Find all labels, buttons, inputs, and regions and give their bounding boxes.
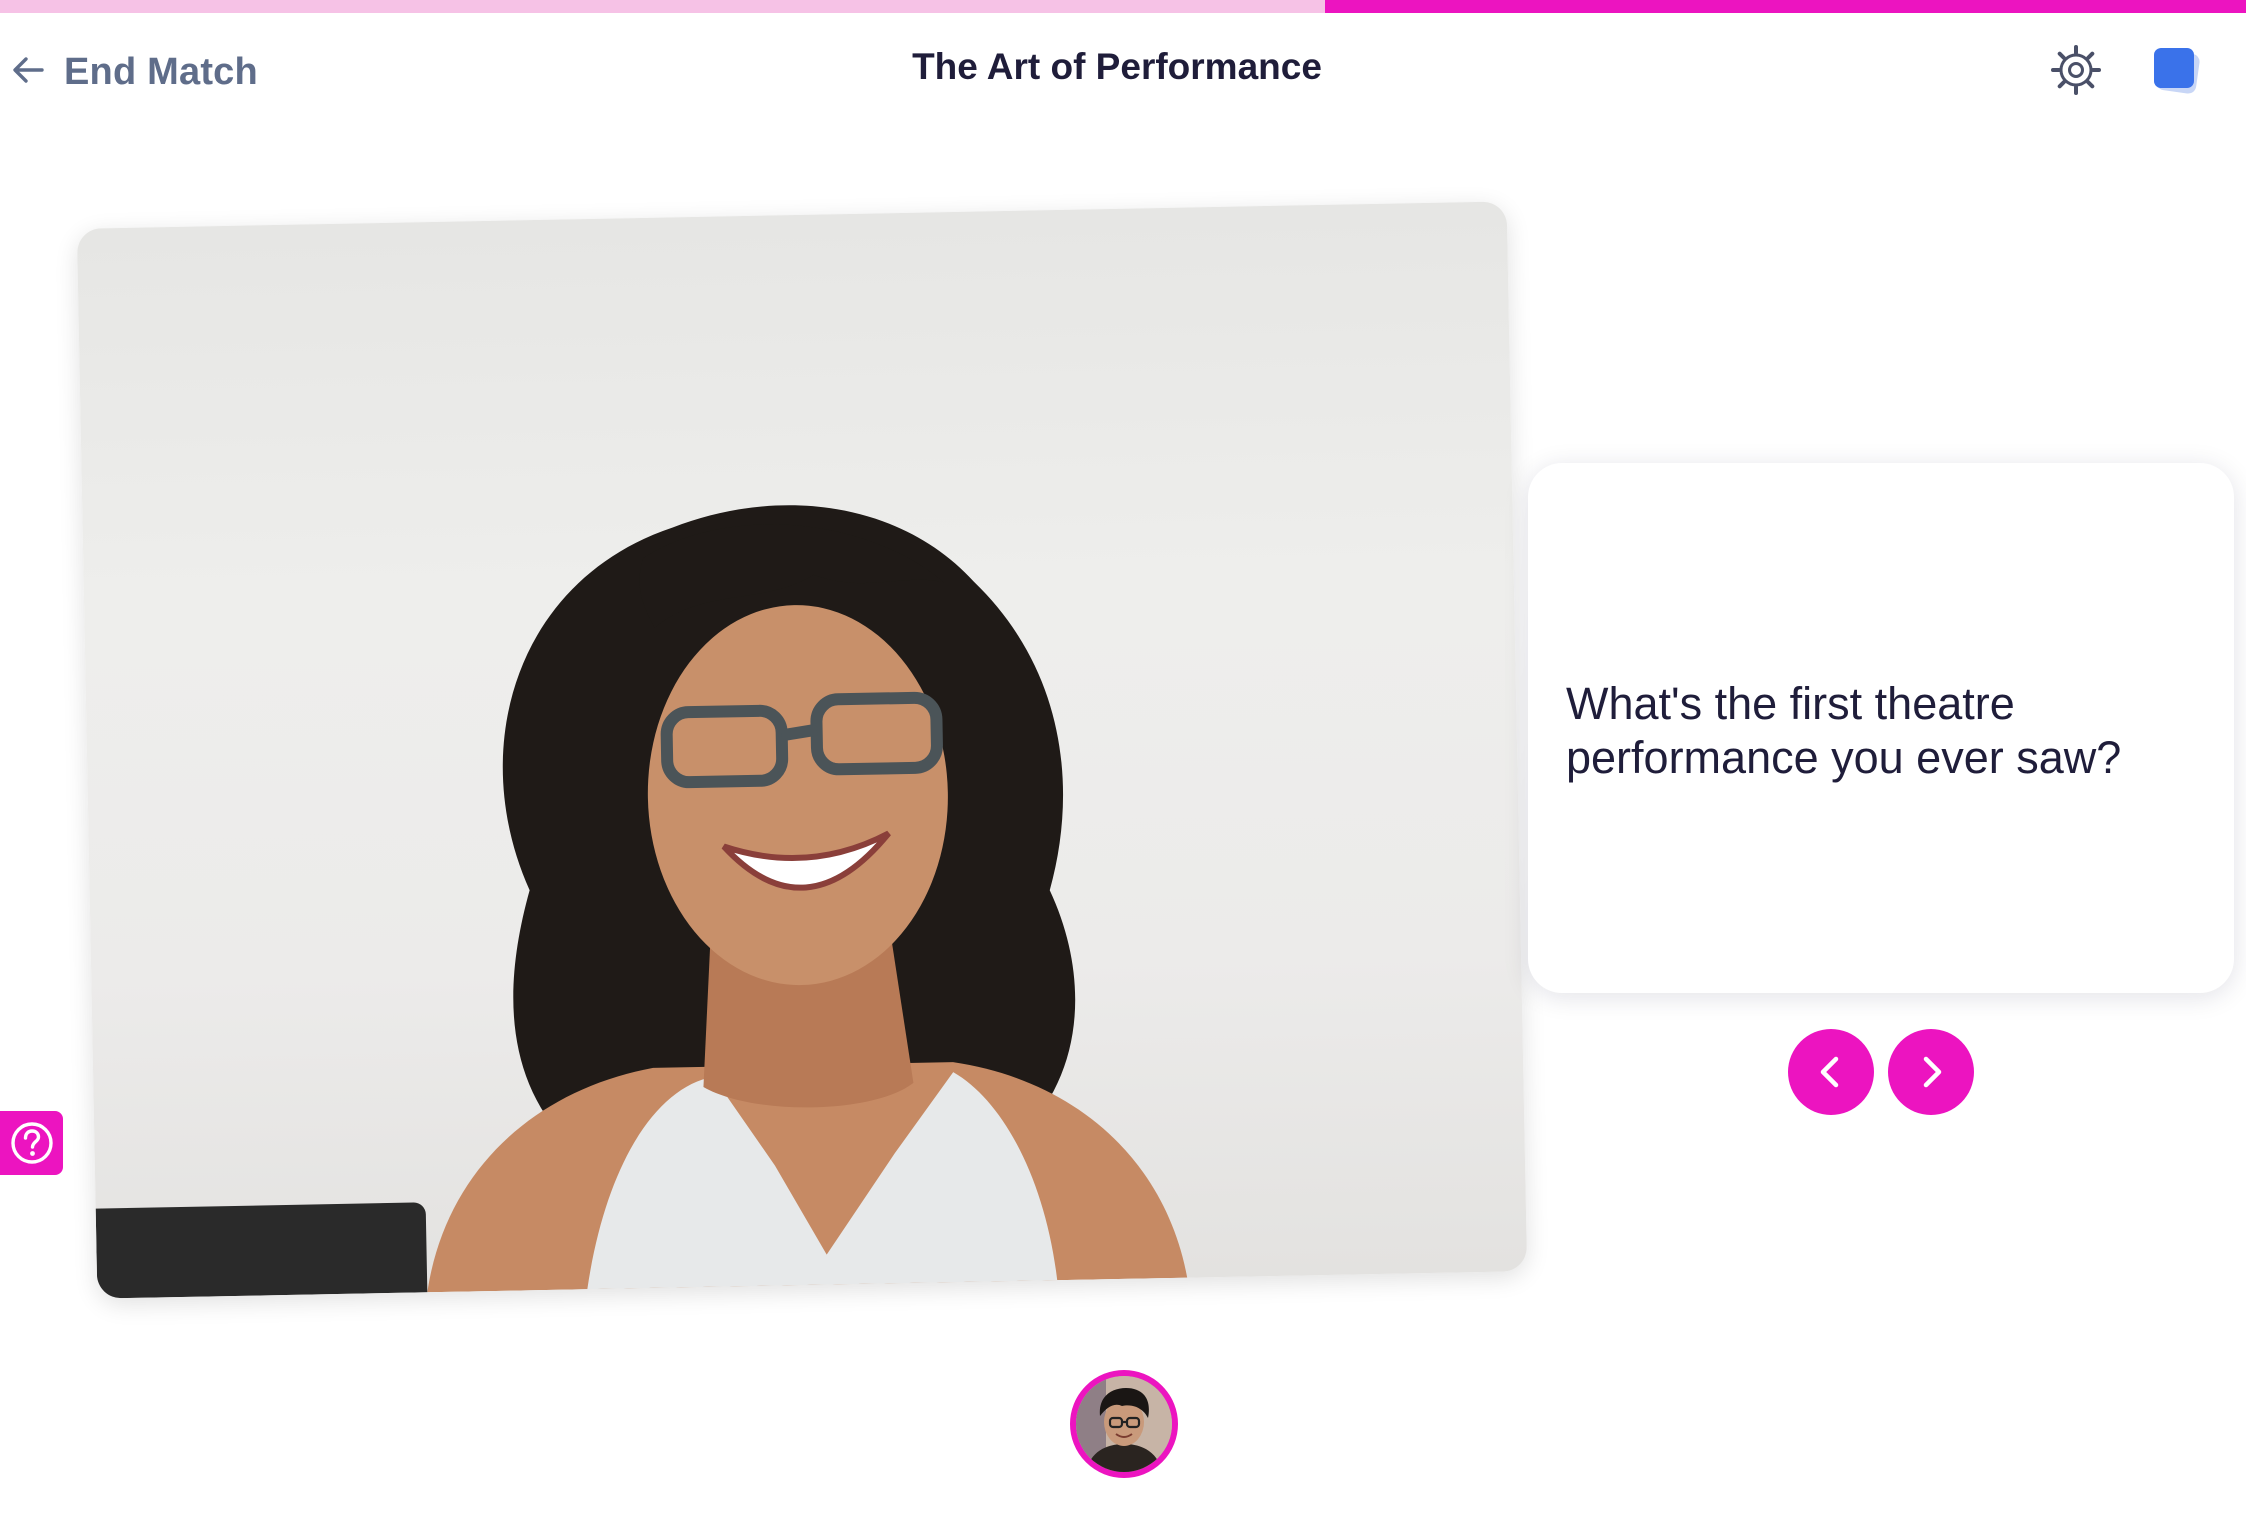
partner-video-person [427, 505, 1188, 1293]
help-button[interactable] [0, 1111, 63, 1175]
cards-stack-icon-front [2154, 48, 2194, 88]
next-question-button[interactable] [1888, 1029, 1974, 1115]
gear-icon [2051, 45, 2101, 95]
partner-video [76, 201, 1528, 1299]
page-title: The Art of Performance [912, 46, 1322, 87]
progress-bar [0, 0, 2246, 13]
question-mark-icon [10, 1122, 53, 1164]
chevron-right-icon [1923, 1056, 1942, 1088]
question-text: What's the first theatre performance you… [1566, 678, 2122, 783]
previous-question-button[interactable] [1788, 1029, 1874, 1115]
user-avatar[interactable] [1070, 1370, 1178, 1478]
question-card: What's the first theatre performance you… [1528, 463, 2234, 993]
chevron-left-icon [1820, 1056, 1839, 1088]
progress-bar-fill [1325, 0, 2246, 13]
settings-button[interactable] [2048, 42, 2104, 98]
avatar-image [1076, 1376, 1172, 1472]
cards-button[interactable] [2150, 44, 2206, 100]
